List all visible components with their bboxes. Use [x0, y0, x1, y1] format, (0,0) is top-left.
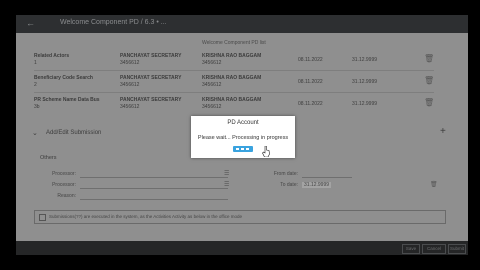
row-date: 08.11.2022 — [298, 101, 323, 107]
row-code: 3456612 — [120, 104, 140, 110]
row-code: 3456612 — [120, 60, 140, 66]
back-arrow-icon[interactable]: ← — [26, 18, 35, 28]
others-heading: Others — [40, 155, 57, 161]
checkbox[interactable] — [39, 214, 46, 221]
reason-input[interactable] — [80, 199, 228, 200]
from-date-label: From date: — [273, 171, 298, 177]
row-end-date: 31.12.9999 — [352, 101, 378, 107]
to-date-input[interactable]: 31.12.9999 — [302, 182, 332, 188]
table-row[interactable]: Related Actors 1 PANCHAYAT SECRETARY 345… — [16, 49, 468, 69]
trash-icon[interactable]: 🗑 — [424, 54, 434, 63]
busy-indicator — [233, 146, 253, 152]
processor-input-2[interactable] — [80, 188, 228, 189]
row-number: 2 — [34, 82, 37, 88]
row-person: KRISHNA RAO BAGGAM — [202, 97, 262, 103]
processor-label: Processor: — [52, 171, 76, 177]
section-title: Add/Edit Submission — [46, 130, 102, 136]
cancel-button[interactable]: Cancel — [422, 244, 446, 254]
window-header: ← Welcome Component PD / 6.3 • ... — [16, 15, 468, 33]
to-date-label: To date: — [280, 182, 298, 188]
processing-dialog: PD Account Please wait... Processing in … — [191, 116, 295, 158]
submit-button[interactable]: Submit — [448, 244, 466, 254]
notice-bar: Submissions(??) are executed in the syst… — [34, 210, 446, 224]
from-date-input[interactable] — [302, 177, 352, 178]
value-help-icon[interactable]: ☰ — [224, 170, 229, 177]
trash-icon[interactable]: 🗑 — [424, 76, 434, 85]
window-title: Welcome Component PD / 6.3 • ... — [60, 19, 167, 26]
list-subheader: Welcome Component PD list — [202, 40, 266, 46]
dialog-title: PD Account — [227, 120, 259, 126]
chevron-down-icon[interactable]: ⌄ — [32, 129, 38, 137]
row-name: Related Actors — [34, 53, 70, 59]
row-end-date: 31.12.9999 — [352, 57, 378, 63]
row-name: PR Scheme Name Data Bus — [34, 97, 100, 103]
row-date: 08.11.2022 — [298, 79, 323, 85]
processor-label-2: Processor: — [52, 182, 76, 188]
reason-label: Reason: — [57, 193, 76, 199]
value-help-icon[interactable]: ☰ — [224, 181, 229, 188]
row-number: 1 — [34, 60, 37, 66]
row-person: KRISHNA RAO BAGGAM — [202, 75, 262, 81]
processor-input[interactable] — [80, 177, 228, 178]
dialog-message: Please wait... Processing in progress — [197, 135, 289, 141]
row-person-code: 3456612 — [202, 104, 222, 110]
row-name: Beneficiary Code Search — [34, 75, 93, 81]
row-person-code: 3456612 — [202, 82, 222, 88]
row-end-date: 31.12.9999 — [352, 79, 378, 85]
row-designation: PANCHAYAT SECRETARY — [120, 53, 182, 59]
row-person-code: 3456612 — [202, 60, 222, 66]
row-person: KRISHNA RAO BAGGAM — [202, 53, 262, 59]
row-designation: PANCHAYAT SECRETARY — [120, 97, 182, 103]
table-row[interactable]: Beneficiary Code Search 2 PANCHAYAT SECR… — [16, 71, 468, 91]
hand-cursor-icon — [262, 146, 270, 157]
screen: ← Welcome Component PD / 6.3 • ... Welco… — [0, 0, 480, 270]
add-icon[interactable]: + — [440, 126, 446, 137]
trash-icon[interactable]: 🗑 — [424, 98, 434, 107]
row-code: 3456612 — [120, 82, 140, 88]
save-button[interactable]: Save — [402, 244, 420, 254]
row-number: 3b — [34, 104, 40, 110]
trash-icon[interactable]: 🗑 — [430, 181, 438, 188]
notice-text: Submissions(??) are executed in the syst… — [49, 214, 243, 219]
table-row[interactable]: PR Scheme Name Data Bus 3b PANCHAYAT SEC… — [16, 93, 468, 113]
row-designation: PANCHAYAT SECRETARY — [120, 75, 182, 81]
footer-toolbar: Save Cancel Submit — [16, 241, 468, 255]
row-date: 08.11.2022 — [298, 57, 323, 63]
